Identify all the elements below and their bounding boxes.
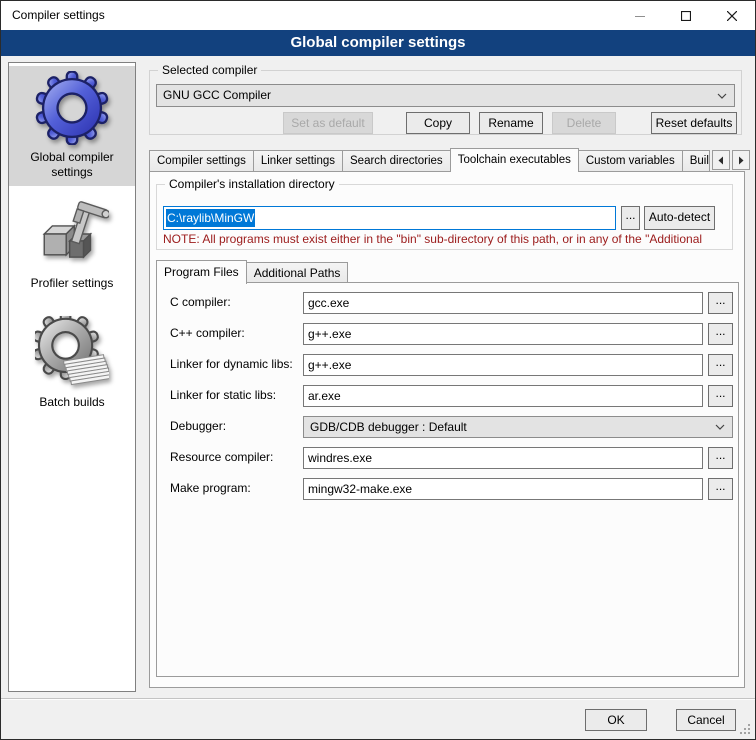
static-linker-input[interactable] — [303, 385, 703, 407]
toolchain-executables-page: Compiler's installation directory C:\ray… — [149, 171, 745, 688]
installation-directory-group-label: Compiler's installation directory — [165, 177, 339, 191]
close-button[interactable] — [709, 1, 755, 30]
sidebar-item-profiler-settings[interactable]: Profiler settings — [9, 192, 135, 297]
page-title: Global compiler settings — [1, 30, 755, 56]
delete-button[interactable]: Delete — [552, 112, 616, 134]
program-row-dynamic-linker: Linker for dynamic libs: ... — [157, 354, 738, 376]
c-compiler-input[interactable] — [303, 292, 703, 314]
sidebar-item-label: Profiler settings — [9, 274, 135, 291]
tab-scroll-right-button[interactable] — [732, 150, 750, 170]
sidebar-item-label: Global compiler settings — [9, 148, 135, 180]
chevron-down-icon — [717, 93, 727, 99]
resize-grip[interactable] — [740, 724, 742, 726]
rename-button[interactable]: Rename — [479, 112, 543, 134]
resource-compiler-input[interactable] — [303, 447, 703, 469]
close-icon — [727, 11, 737, 21]
installation-directory-group: Compiler's installation directory C:\ray… — [156, 184, 733, 250]
tab-scroll-buttons — [712, 150, 750, 170]
sidebar-item-batch-builds[interactable]: Batch builds — [9, 311, 135, 416]
cpp-compiler-browse-button[interactable]: ... — [708, 323, 733, 345]
window-controls — [617, 1, 755, 30]
set-as-default-button[interactable]: Set as default — [283, 112, 373, 134]
program-files-page: C compiler: ... C++ compiler: ... Linker… — [156, 282, 739, 677]
bin-subdirectory-note: NOTE: All programs must exist either in … — [163, 232, 726, 246]
program-row-make-program: Make program: ... — [157, 478, 738, 500]
arrow-left-icon — [717, 156, 725, 165]
make-program-input[interactable] — [303, 478, 703, 500]
sidebar-item-global-compiler-settings[interactable]: Global compiler settings — [9, 66, 135, 186]
install-dir-browse-button[interactable]: ... — [621, 206, 640, 230]
make-program-browse-button[interactable]: ... — [708, 478, 733, 500]
compiler-select-value: GNU GCC Compiler — [163, 88, 271, 102]
dynamic-linker-input[interactable] — [303, 354, 703, 376]
programs-tab-strip: Program Files Additional Paths — [156, 259, 347, 283]
settings-category-list: Global compiler settings — [8, 62, 136, 692]
title-bar[interactable]: Compiler settings — [1, 1, 755, 30]
window-title: Compiler settings — [12, 1, 105, 30]
settings-tab-strip: Compiler settings Linker settings Search… — [149, 147, 750, 171]
install-dir-input[interactable]: C:\raylib\MinGW — [163, 206, 616, 230]
program-row-resource-compiler: Resource compiler: ... — [157, 447, 738, 469]
field-label: Resource compiler: — [170, 450, 273, 464]
program-row-static-linker: Linker for static libs: ... — [157, 385, 738, 407]
debugger-select[interactable]: GDB/CDB debugger : Default — [303, 416, 733, 438]
dynamic-linker-browse-button[interactable]: ... — [708, 354, 733, 376]
field-label: C compiler: — [170, 295, 231, 309]
ok-button[interactable]: OK — [585, 709, 647, 731]
reset-defaults-button[interactable]: Reset defaults — [651, 112, 737, 134]
field-label: Linker for dynamic libs: — [170, 357, 293, 371]
minimize-icon — [635, 11, 645, 21]
tab-compiler-settings[interactable]: Compiler settings — [149, 150, 254, 171]
program-row-c-compiler: C compiler: ... — [157, 292, 738, 314]
cpp-compiler-input[interactable] — [303, 323, 703, 345]
maximize-icon — [681, 11, 691, 21]
caliper-blocks-icon — [35, 197, 109, 271]
tab-search-directories[interactable]: Search directories — [342, 150, 451, 171]
install-dir-selected-text: C:\raylib\MinGW — [166, 209, 255, 227]
tab-custom-variables[interactable]: Custom variables — [578, 150, 683, 171]
footer-divider — [1, 698, 755, 700]
tab-scroll-left-button[interactable] — [712, 150, 730, 170]
field-label: Linker for static libs: — [170, 388, 276, 402]
maximize-button[interactable] — [663, 1, 709, 30]
arrow-right-icon — [737, 156, 745, 165]
program-row-cpp-compiler: C++ compiler: ... — [157, 323, 738, 345]
gear-paper-stack-icon — [35, 316, 109, 390]
chevron-down-icon — [715, 424, 725, 430]
selected-compiler-group-label: Selected compiler — [158, 63, 261, 77]
field-label: Debugger: — [170, 419, 226, 433]
field-label: Make program: — [170, 481, 251, 495]
program-row-debugger: Debugger: GDB/CDB debugger : Default — [157, 416, 738, 438]
static-linker-browse-button[interactable]: ... — [708, 385, 733, 407]
resource-compiler-browse-button[interactable]: ... — [708, 447, 733, 469]
auto-detect-button[interactable]: Auto-detect — [644, 206, 715, 230]
compiler-settings-dialog: Compiler settings Global compiler settin… — [0, 0, 756, 740]
tab-build-options[interactable]: Build options — [682, 150, 710, 171]
blue-gear-icon — [35, 71, 109, 145]
field-label: C++ compiler: — [170, 326, 245, 340]
selected-compiler-group: Selected compiler GNU GCC Compiler Set a… — [149, 70, 742, 135]
tab-program-files[interactable]: Program Files — [156, 260, 247, 284]
compiler-select[interactable]: GNU GCC Compiler — [156, 84, 735, 107]
tab-toolchain-executables[interactable]: Toolchain executables — [450, 148, 579, 172]
tab-additional-paths[interactable]: Additional Paths — [246, 262, 349, 283]
cancel-button[interactable]: Cancel — [676, 709, 736, 731]
minimize-button[interactable] — [617, 1, 663, 30]
debugger-select-value: GDB/CDB debugger : Default — [310, 420, 467, 434]
sidebar-item-label: Batch builds — [9, 393, 135, 410]
copy-button[interactable]: Copy — [406, 112, 470, 134]
c-compiler-browse-button[interactable]: ... — [708, 292, 733, 314]
tab-linker-settings[interactable]: Linker settings — [253, 150, 343, 171]
